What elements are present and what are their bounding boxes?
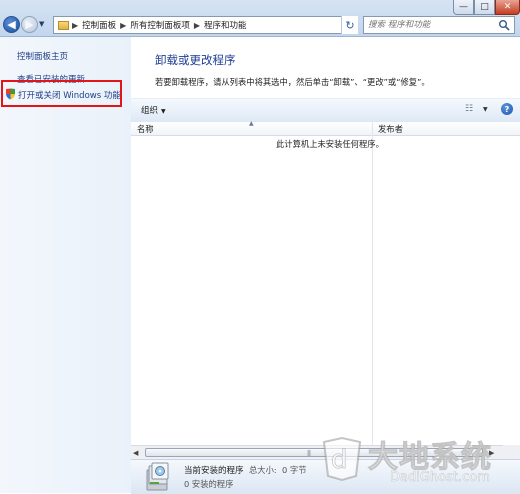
breadcrumb-all-items[interactable]: 所有控制面板项 bbox=[127, 19, 193, 31]
page-description: 若要卸载程序，请从列表中将其选中，然后单击“卸载”、“更改”或“修复”。 bbox=[155, 77, 430, 87]
sidebar-item-control-panel-home[interactable]: 控制面板主页 bbox=[17, 50, 68, 62]
scrollbar-corner bbox=[503, 445, 520, 459]
refresh-button[interactable]: ↻ bbox=[341, 16, 358, 34]
chevron-down-icon[interactable]: ▼ bbox=[483, 106, 488, 113]
programs-icon bbox=[146, 462, 169, 491]
breadcrumb-separator[interactable]: ▶ bbox=[71, 21, 79, 30]
view-options-icon[interactable]: ☷ bbox=[465, 104, 473, 114]
highlight-annotation bbox=[1, 80, 122, 107]
sort-ascending-icon: ▲ bbox=[249, 120, 254, 127]
details-title: 当前安装的程序 bbox=[184, 466, 244, 476]
organize-label: 组织 bbox=[141, 106, 159, 116]
help-icon[interactable]: ? bbox=[501, 103, 513, 115]
minimize-button[interactable]: — bbox=[453, 0, 474, 15]
chevron-down-icon: ▼ bbox=[161, 108, 166, 115]
page-title: 卸载或更改程序 bbox=[155, 53, 236, 67]
address-bar[interactable]: ▶ 控制面板 ▶ 所有控制面板项 ▶ 程序和功能 ▼ bbox=[53, 16, 358, 34]
main-content: 卸载或更改程序 若要卸载程序，请从列表中将其选中，然后单击“卸载”、“更改”或“… bbox=[131, 37, 520, 494]
scroll-right-arrow-icon[interactable]: ▶ bbox=[489, 449, 494, 457]
maximize-button[interactable]: □ bbox=[474, 0, 495, 15]
empty-list-message: 此计算机上未安装任何程序。 bbox=[276, 139, 384, 149]
search-box[interactable] bbox=[363, 16, 515, 34]
forward-button[interactable]: ▶ bbox=[21, 16, 38, 33]
total-size-label: 总大小: bbox=[249, 465, 277, 475]
recent-pages-dropdown[interactable]: ▼ bbox=[39, 20, 44, 28]
back-button[interactable]: ◀ bbox=[3, 16, 20, 33]
navigation-bar: — □ ✕ ◀ ▶ ▼ ▶ 控制面板 ▶ 所有控制面板项 ▶ 程序和功能 ▼ ↻ bbox=[0, 0, 520, 37]
column-divider[interactable] bbox=[372, 122, 373, 445]
installed-count: 0 安装的程序 bbox=[184, 479, 234, 489]
total-size-value: 0 字节 bbox=[282, 465, 307, 475]
column-header-publisher[interactable]: 发布者 bbox=[378, 123, 403, 135]
breadcrumb-separator[interactable]: ▶ bbox=[193, 21, 201, 30]
column-header-name[interactable]: 名称 bbox=[137, 123, 154, 135]
breadcrumb-separator[interactable]: ▶ bbox=[119, 21, 127, 30]
list-header: 名称 ▲ 发布者 bbox=[131, 120, 520, 136]
breadcrumb-control-panel[interactable]: 控制面板 bbox=[79, 19, 119, 31]
task-pane: 控制面板主页 查看已安装的更新 打开或关闭 Windows 功能 bbox=[0, 37, 131, 493]
scrollbar-thumb[interactable]: ||| bbox=[145, 448, 483, 457]
folder-icon bbox=[58, 20, 69, 30]
search-input[interactable] bbox=[364, 17, 500, 33]
horizontal-scrollbar[interactable]: ◀ ||| ▶ bbox=[131, 445, 503, 460]
close-button[interactable]: ✕ bbox=[495, 0, 520, 15]
command-bar: 组织 ▼ ☷ ▼ ? bbox=[131, 98, 520, 123]
breadcrumb-programs-features[interactable]: 程序和功能 bbox=[201, 19, 250, 31]
grip-icon: ||| bbox=[307, 450, 311, 457]
search-icon[interactable] bbox=[498, 19, 510, 31]
scroll-left-arrow-icon[interactable]: ◀ bbox=[133, 449, 138, 457]
organize-button[interactable]: 组织 ▼ bbox=[141, 104, 166, 116]
details-pane: 当前安装的程序 总大小: 0 字节 0 安装的程序 bbox=[131, 459, 520, 494]
